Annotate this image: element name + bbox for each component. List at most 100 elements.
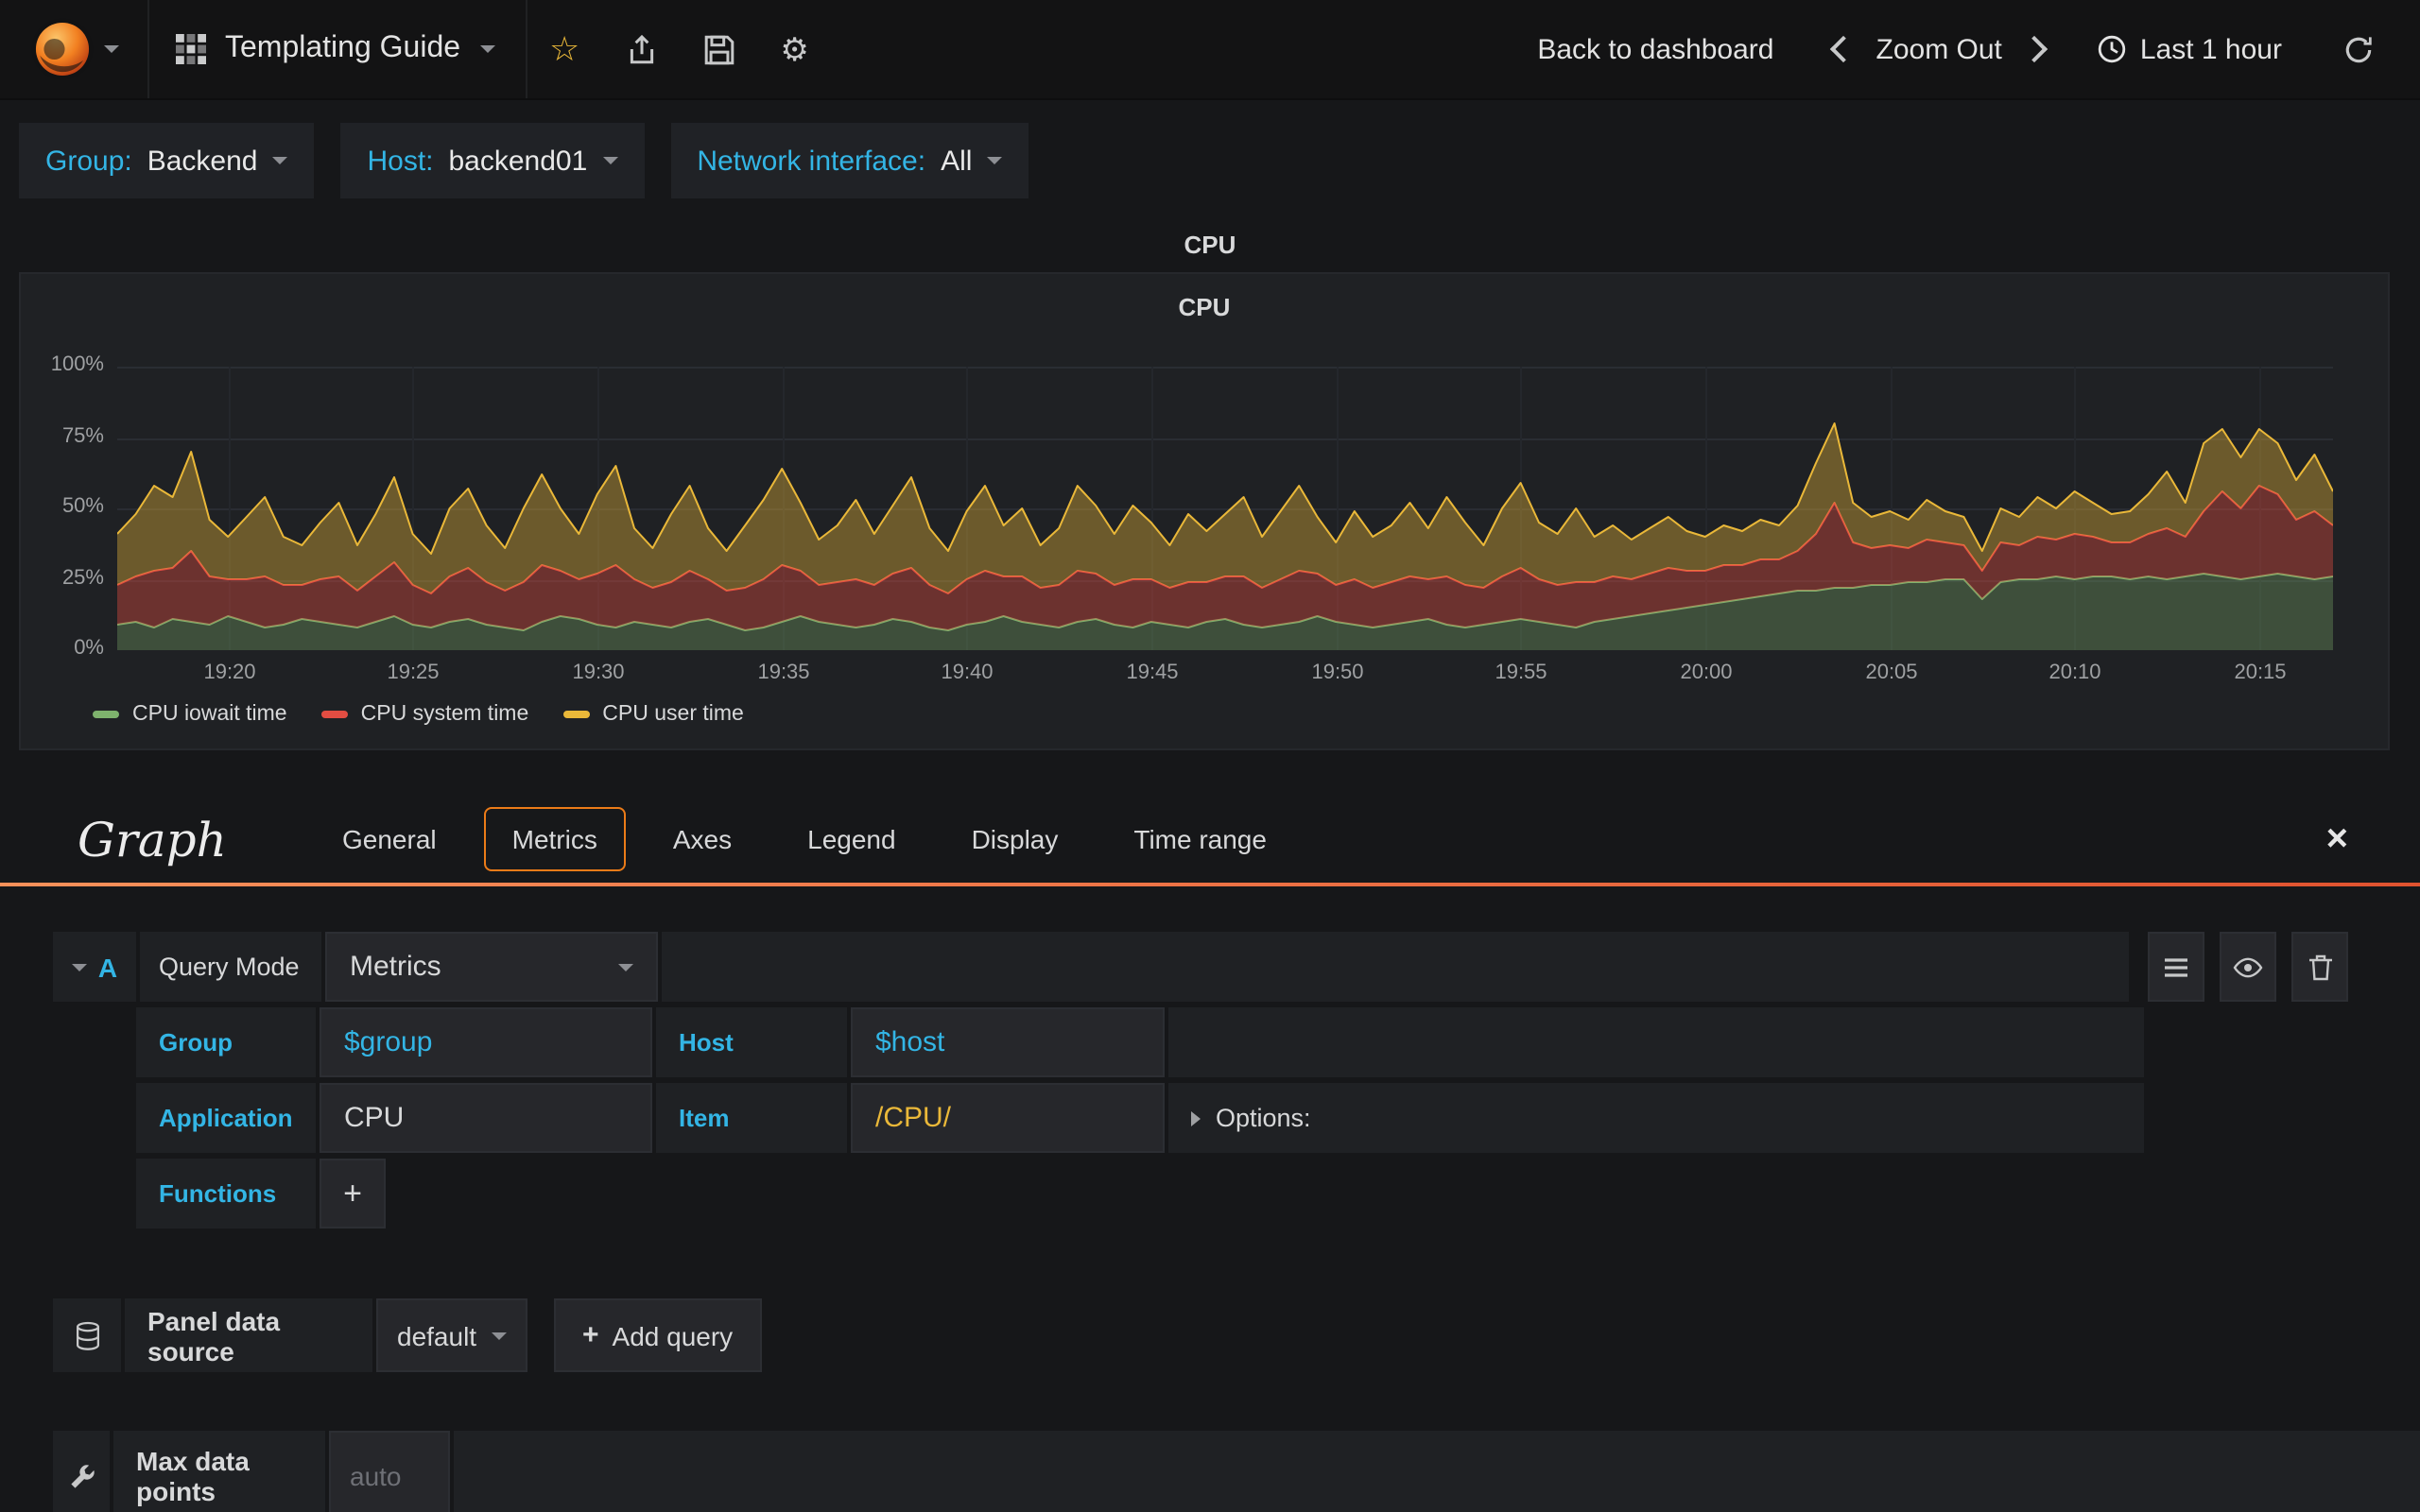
application-field-label: Application	[136, 1083, 316, 1153]
max-data-points-row: Max data points	[53, 1431, 2420, 1512]
x-axis-label: 19:55	[1495, 662, 1547, 684]
close-editor-button[interactable]: ×	[2326, 820, 2348, 858]
legend-item[interactable]: CPU system time	[320, 703, 528, 726]
group-field-label: Group	[136, 1007, 316, 1077]
query-mode-select[interactable]: Metrics	[325, 932, 658, 1002]
trash-icon	[2308, 954, 2331, 980]
share-dashboard-button[interactable]	[602, 0, 680, 98]
variable-label: Host:	[367, 145, 434, 177]
gear-icon: ⚙	[780, 31, 809, 67]
chevron-down-icon	[71, 963, 87, 971]
functions-field-label: Functions	[136, 1159, 316, 1228]
zoom-out-button[interactable]: Zoom Out	[1861, 33, 2017, 65]
tab-legend[interactable]: Legend	[779, 807, 924, 871]
grafana-menu-button[interactable]	[0, 0, 149, 98]
variable-host-dropdown[interactable]: Host: backend01	[340, 123, 645, 198]
query-row-group-host: Group $group Host $host	[136, 1007, 2144, 1077]
max-data-points-filler	[454, 1431, 2420, 1512]
options-toggle[interactable]: Options:	[1168, 1083, 2144, 1153]
x-axis-label: 20:05	[1865, 662, 1918, 684]
legend-label: CPU iowait time	[132, 703, 287, 726]
chevron-down-icon	[103, 45, 118, 53]
y-axis-label: 50%	[61, 495, 104, 518]
query-row-actions	[2148, 932, 2348, 1002]
save-dashboard-button[interactable]	[680, 0, 757, 98]
query-toggle-visibility-button[interactable]	[2220, 932, 2276, 1002]
tab-general[interactable]: General	[314, 807, 465, 871]
plus-icon: +	[582, 1319, 599, 1351]
tab-time-range[interactable]: Time range	[1105, 807, 1295, 871]
share-icon	[630, 33, 653, 63]
query-collapse-toggle[interactable]: A	[53, 932, 136, 1002]
variable-group-dropdown[interactable]: Group: Backend	[19, 123, 315, 198]
x-axis-label: 19:20	[203, 662, 256, 684]
x-axis-label: 19:40	[941, 662, 994, 684]
time-picker-button[interactable]: Last 1 hour	[2082, 33, 2297, 65]
tab-display[interactable]: Display	[943, 807, 1087, 871]
application-field-value[interactable]: CPU	[320, 1083, 652, 1153]
star-dashboard-button[interactable]: ☆	[527, 0, 602, 98]
panel-editor-header: Graph General Metrics Axes Legend Display Tim…	[0, 796, 2420, 883]
variable-label: Group:	[45, 145, 132, 177]
query-mode-value: Metrics	[350, 951, 441, 983]
host-field-value[interactable]: $host	[851, 1007, 1165, 1077]
item-field-value[interactable]: /CPU/	[851, 1083, 1165, 1153]
query-ref-id: A	[97, 952, 118, 982]
back-to-dashboard-button[interactable]: Back to dashboard	[1522, 33, 1789, 65]
tab-axes[interactable]: Axes	[645, 807, 760, 871]
legend-swatch	[93, 711, 119, 718]
save-icon	[704, 34, 734, 64]
query-editor: A Query Mode Metrics Group $group Host $…	[0, 932, 2420, 1228]
chart-legend: CPU iowait time CPU system time CPU user t…	[93, 703, 744, 726]
cpu-graph-panel: CPU 0% 25% 50% 75% 100% 19:20 19:25 19:30 19:35 1…	[19, 272, 2390, 750]
dashboard-settings-button[interactable]: ⚙	[757, 0, 832, 98]
add-query-label: Add query	[612, 1320, 734, 1350]
refresh-icon	[2345, 36, 2372, 62]
variable-label: Network interface:	[697, 145, 926, 177]
database-icon	[75, 1320, 99, 1349]
dashboard-title: Templating Guide	[225, 32, 461, 64]
options-label: Options:	[1216, 1104, 1311, 1132]
datasource-value: default	[397, 1320, 477, 1350]
zoom-left-icon[interactable]	[1830, 35, 1858, 63]
group-field-value[interactable]: $group	[320, 1007, 652, 1077]
editor-tabs: General Metrics Axes Legend Display Time rang…	[314, 807, 1295, 871]
datasource-row: Panel data source default + Add query	[53, 1298, 2420, 1372]
variable-netif-dropdown[interactable]: Network interface: All	[670, 123, 1029, 198]
variable-value: All	[941, 145, 973, 177]
panel-drag-header[interactable]: CPU	[0, 231, 2420, 265]
x-axis-label: 19:50	[1311, 662, 1364, 684]
add-query-button[interactable]: + Add query	[554, 1298, 762, 1372]
zoom-right-icon[interactable]	[2020, 35, 2048, 63]
navbar-right-controls: Back to dashboard Zoom Out Last 1 hour	[1522, 0, 2420, 98]
x-axis-label: 20:00	[1680, 662, 1733, 684]
panel-options-icon-cell	[53, 1431, 110, 1512]
query-row-a: A Query Mode Metrics	[53, 932, 2348, 1002]
tab-metrics[interactable]: Metrics	[483, 807, 626, 871]
host-field-label: Host	[656, 1007, 847, 1077]
chevron-down-icon	[602, 157, 618, 164]
template-variables-row: Group: Backend Host: backend01 Network i…	[0, 100, 2420, 198]
max-data-points-label: Max data points	[113, 1431, 325, 1512]
max-data-points-cell	[329, 1431, 450, 1512]
legend-item[interactable]: CPU iowait time	[93, 703, 287, 726]
variable-value: backend01	[448, 145, 588, 177]
chevron-down-icon	[272, 157, 288, 164]
dashboard-title-dropdown[interactable]: Templating Guide	[149, 0, 527, 98]
refresh-button[interactable]	[2327, 33, 2390, 65]
max-data-points-input[interactable]	[346, 1459, 433, 1493]
hamburger-icon	[2165, 957, 2187, 976]
query-menu-button[interactable]	[2148, 932, 2204, 1002]
x-axis-label: 20:10	[2048, 662, 2101, 684]
legend-label: CPU user time	[602, 703, 744, 726]
eye-icon	[2233, 956, 2263, 977]
y-axis-label: 0%	[74, 637, 104, 660]
top-navbar: Templating Guide ☆ ⚙ Back to dashboard Z…	[0, 0, 2420, 100]
query-delete-button[interactable]	[2291, 932, 2348, 1002]
clock-icon	[2098, 35, 2126, 63]
add-function-button[interactable]: +	[320, 1159, 386, 1228]
legend-item[interactable]: CPU user time	[562, 703, 744, 726]
cpu-usage-chart[interactable]	[117, 367, 2333, 650]
chevron-down-icon	[987, 157, 1003, 164]
datasource-select[interactable]: default	[376, 1298, 527, 1372]
